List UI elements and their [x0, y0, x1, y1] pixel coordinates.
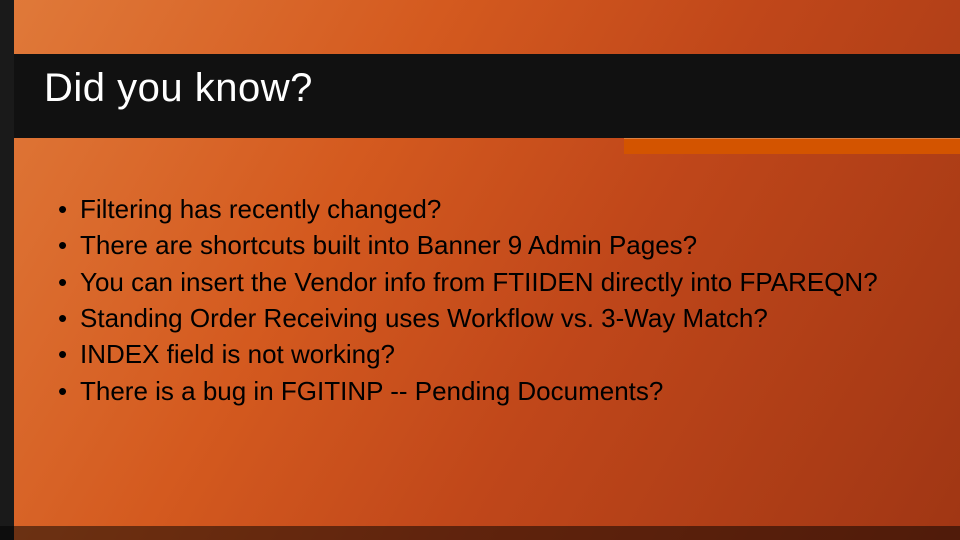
- bullet-icon: •: [58, 374, 80, 408]
- bullet-list: • Filtering has recently changed? • Ther…: [58, 192, 918, 410]
- list-item-text: There are shortcuts built into Banner 9 …: [80, 228, 918, 262]
- slide-title: Did you know?: [44, 66, 313, 111]
- list-item: • INDEX field is not working?: [58, 337, 918, 371]
- list-item-text: Standing Order Receiving uses Workflow v…: [80, 301, 918, 335]
- left-edge-strip: [0, 0, 14, 540]
- list-item: • You can insert the Vendor info from FT…: [58, 265, 918, 299]
- bottom-shadow-bar: [0, 526, 960, 540]
- list-item-text: You can insert the Vendor info from FTII…: [80, 265, 918, 299]
- list-item: • There are shortcuts built into Banner …: [58, 228, 918, 262]
- list-item-text: INDEX field is not working?: [80, 337, 918, 371]
- list-item: • Filtering has recently changed?: [58, 192, 918, 226]
- bullet-icon: •: [58, 337, 80, 371]
- list-item-text: Filtering has recently changed?: [80, 192, 918, 226]
- accent-bar: [624, 138, 960, 154]
- list-item: • Standing Order Receiving uses Workflow…: [58, 301, 918, 335]
- bullet-icon: •: [58, 192, 80, 226]
- bullet-icon: •: [58, 301, 80, 335]
- list-item-text: There is a bug in FGITINP -- Pending Doc…: [80, 374, 918, 408]
- bullet-icon: •: [58, 228, 80, 262]
- list-item: • There is a bug in FGITINP -- Pending D…: [58, 374, 918, 408]
- bullet-icon: •: [58, 265, 80, 299]
